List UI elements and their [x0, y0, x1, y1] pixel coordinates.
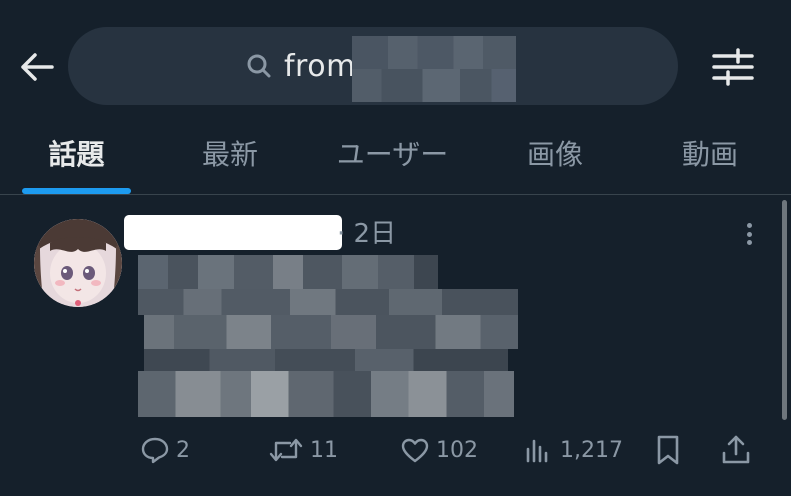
post-timestamp[interactable]: · 2日 [337, 213, 396, 250]
like-button[interactable]: 102 [400, 430, 478, 470]
reply-icon [141, 437, 169, 464]
back-button[interactable] [16, 47, 58, 87]
reply-count: 2 [176, 437, 190, 463]
tab-media[interactable]: 画像 [500, 118, 610, 188]
dot [746, 223, 752, 228]
tab-videos[interactable]: 動画 [655, 118, 765, 188]
analytics-icon [526, 439, 548, 463]
author-name-redaction [124, 215, 342, 250]
heart-icon [401, 438, 429, 463]
repost-button[interactable]: 11 [268, 430, 338, 470]
repost-icon [269, 438, 303, 462]
views-button[interactable]: 1,217 [524, 430, 623, 470]
dot [746, 231, 752, 237]
search-query-redaction [352, 36, 516, 102]
share-icon [722, 435, 750, 464]
post-item[interactable]: · 2日 2 11 102 1,217 [0, 195, 791, 496]
repost-count: 11 [310, 437, 338, 463]
search-tabs: 話題 最新 ユーザー 画像 動画 [0, 118, 791, 194]
more-options-button[interactable] [738, 217, 760, 251]
like-count: 102 [436, 437, 478, 463]
tab-top[interactable]: 話題 [22, 118, 131, 188]
tab-latest[interactable]: 最新 [175, 118, 285, 188]
post-body-redaction [138, 255, 518, 417]
dot [746, 240, 752, 245]
tab-people[interactable]: ユーザー [320, 118, 465, 188]
search-query-text: from [284, 48, 356, 84]
sliders-icon [712, 48, 754, 86]
search-header: from [0, 0, 791, 130]
arrow-left-icon [21, 53, 54, 81]
share-button[interactable] [720, 430, 752, 470]
bookmark-button[interactable] [654, 430, 682, 470]
post-actions: 2 11 102 1,217 [0, 430, 791, 478]
avatar[interactable] [34, 219, 122, 307]
search-filters-button[interactable] [710, 46, 756, 88]
bookmark-icon [657, 435, 679, 465]
reply-button[interactable]: 2 [140, 430, 190, 470]
search-icon [247, 54, 271, 78]
view-count: 1,217 [560, 437, 623, 463]
avatar-image [34, 219, 122, 307]
scrollbar[interactable] [782, 200, 787, 420]
